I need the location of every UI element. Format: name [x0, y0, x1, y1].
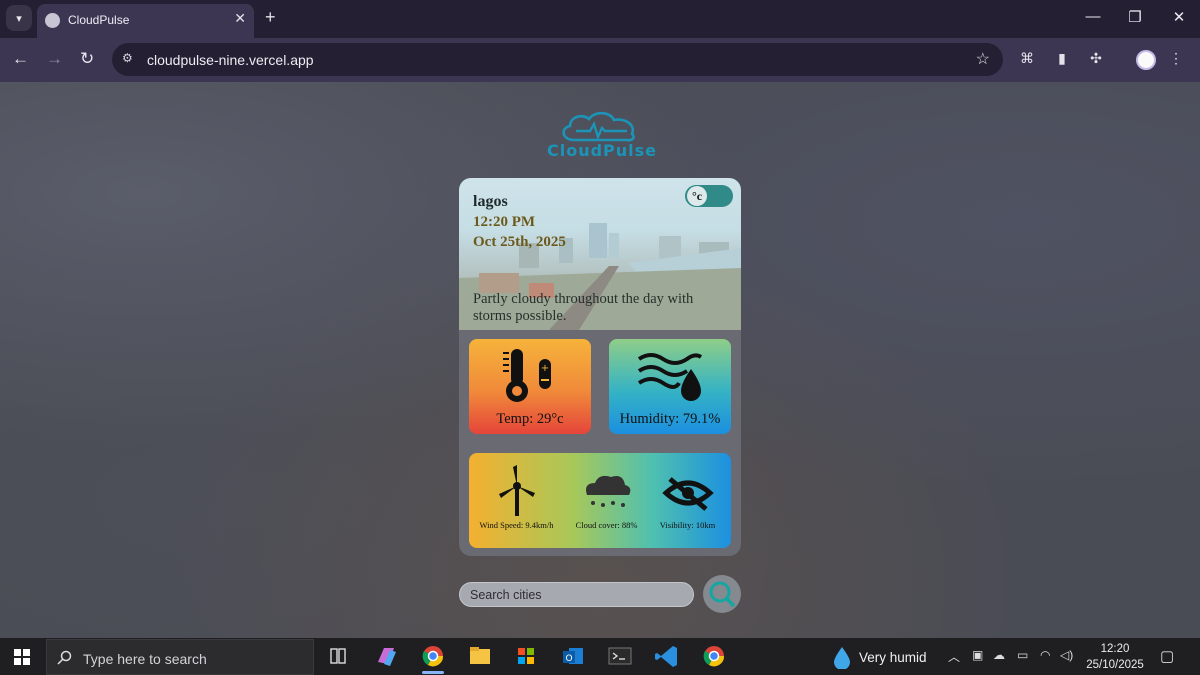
browser-toolbar: ← → ↻ ⚙ cloudpulse-nine.vercel.app ☆ ⌘ ▮…	[0, 38, 1200, 82]
local-date: Oct 25th, 2025	[473, 234, 566, 250]
site-info-icon[interactable]: ⚙	[122, 51, 138, 67]
visibility-stat: Visibility: 10km	[644, 453, 731, 548]
local-time: 12:20 PM	[473, 214, 536, 230]
taskbar-search-placeholder: Type here to search	[83, 651, 207, 667]
copilot-icon[interactable]	[366, 638, 406, 675]
clock-date: 25/10/2025	[1086, 659, 1144, 671]
unit-toggle[interactable]: °c	[685, 185, 733, 207]
search-icon	[709, 581, 735, 607]
wifi-icon[interactable]: ◠	[1040, 648, 1050, 662]
visibility-label: Visibility: 10km	[659, 520, 716, 530]
onedrive-icon[interactable]: ☁	[993, 648, 1005, 662]
url-text[interactable]: cloudpulse-nine.vercel.app	[147, 52, 314, 68]
clock-time: 12:20	[1100, 643, 1130, 655]
profile-avatar[interactable]	[1136, 50, 1156, 70]
temperature-label: Temp: 29°c	[496, 411, 564, 427]
page-viewport: CloudPulse lagos 12:20 PM Oct 25th, 2025…	[0, 82, 1200, 638]
wind-turbine-icon	[499, 465, 535, 516]
wind-stat: Wind Speed: 9.4km/h	[473, 453, 560, 548]
extensions-puzzle-icon[interactable]: ✣	[1087, 50, 1105, 68]
search-button[interactable]	[703, 575, 741, 613]
back-button[interactable]: ←	[12, 49, 29, 69]
address-bar[interactable]: ⚙ cloudpulse-nine.vercel.app ☆	[112, 43, 1003, 76]
humidity-wave-drop-icon	[637, 353, 703, 401]
terminal-icon[interactable]	[600, 638, 640, 675]
windows-start-icon[interactable]	[14, 649, 30, 665]
weather-card: lagos 12:20 PM Oct 25th, 2025 Partly clo…	[459, 178, 741, 556]
city-name: lagos	[473, 193, 508, 210]
outlook-icon[interactable]: O	[553, 638, 593, 675]
svg-text:O: O	[565, 654, 572, 664]
city-search-input[interactable]	[459, 582, 694, 607]
chevron-up-icon[interactable]: ︿	[948, 648, 960, 665]
volume-icon[interactable]: ◁)	[1060, 648, 1073, 662]
vscode-icon[interactable]	[647, 638, 687, 675]
browser-tab[interactable]: CloudPulse ✕	[37, 4, 254, 38]
weather-description: Partly cloudy throughout the day with st…	[473, 291, 694, 324]
microsoft-store-icon[interactable]	[506, 638, 546, 675]
humidity-tile: Humidity: 79.1%	[609, 339, 731, 434]
temperature-tile: + Temp: 29°c	[469, 339, 591, 434]
close-window-button[interactable]: ✕	[1169, 8, 1189, 26]
city-hero: lagos 12:20 PM Oct 25th, 2025 Partly clo…	[459, 178, 741, 330]
new-tab-button[interactable]: +	[265, 7, 276, 28]
chrome-taskbar-icon[interactable]	[413, 638, 453, 675]
task-view-icon[interactable]	[318, 638, 358, 675]
eye-slash-icon	[662, 477, 714, 511]
reload-button[interactable]: ↻	[80, 49, 94, 69]
cloud-snow-icon	[586, 475, 631, 507]
browser-tab-strip: ▾ CloudPulse ✕ + — ❐ ✕	[0, 0, 1200, 38]
thermometer-icon: +	[503, 349, 551, 402]
conditions-tile: Wind Speed: 9.4km/h Cloud cover: 88% Vis…	[469, 453, 731, 548]
system-tray-icon[interactable]: ▣	[972, 648, 983, 662]
humidity-label: Humidity: 79.1%	[619, 411, 721, 427]
cloud-cover-label: Cloud cover: 88%	[575, 520, 638, 530]
globe-icon	[45, 13, 60, 28]
browser-menu-icon[interactable]: ⋮	[1167, 50, 1185, 68]
tab-search-button[interactable]: ▾	[6, 5, 32, 31]
bookmark-star-icon[interactable]: ☆	[976, 49, 990, 69]
logo-text: CloudPulse	[546, 141, 658, 160]
svg-text:+: +	[541, 363, 549, 374]
cloud-pulse-logo-icon	[562, 111, 635, 142]
active-indicator	[422, 671, 444, 674]
taskbar-search-box[interactable]: Type here to search	[46, 639, 314, 675]
battery-icon[interactable]: ▭	[1017, 648, 1028, 662]
app-logo: CloudPulse	[532, 111, 672, 160]
tab-title: CloudPulse	[68, 13, 130, 27]
taskbar-weather-text[interactable]: Very humid	[859, 650, 927, 665]
search-icon	[57, 650, 72, 665]
water-drop-icon[interactable]	[830, 645, 854, 669]
minimize-button[interactable]: —	[1083, 8, 1103, 25]
forward-button[interactable]: →	[46, 49, 63, 69]
restore-button[interactable]: ❐	[1125, 8, 1145, 26]
cloud-stat: Cloud cover: 88%	[563, 453, 650, 548]
chrome-profile-taskbar-icon[interactable]	[694, 638, 734, 675]
taskbar-clock[interactable]: 12:20 25/10/2025	[1085, 641, 1145, 673]
extension-icon[interactable]: ⌘	[1018, 50, 1036, 68]
notification-icon[interactable]: ▢	[1160, 647, 1174, 665]
tab-close-icon[interactable]: ✕	[234, 10, 246, 27]
reading-list-icon[interactable]: ▮	[1053, 50, 1071, 68]
wind-speed-label: Wind Speed: 9.4km/h	[479, 520, 554, 530]
windows-taskbar: Type here to search O Very humid ︿ ▣ ☁ ▭…	[0, 638, 1200, 675]
file-explorer-icon[interactable]	[460, 638, 500, 675]
unit-toggle-label: °c	[687, 186, 707, 206]
